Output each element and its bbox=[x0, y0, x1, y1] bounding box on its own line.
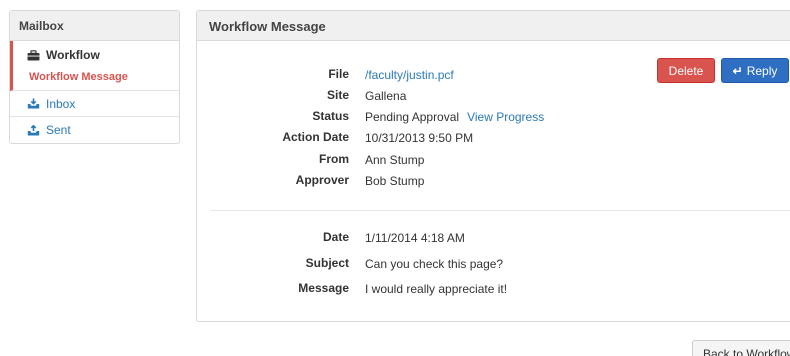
action-date-label: Action Date bbox=[282, 130, 349, 144]
status-value: Pending Approval View Progress bbox=[365, 110, 544, 124]
file-label: File bbox=[328, 67, 349, 81]
reply-icon: ↵ bbox=[732, 63, 743, 78]
site-value: Gallena bbox=[365, 89, 407, 103]
sidebar-title: Mailbox bbox=[10, 11, 179, 41]
status-label: Status bbox=[312, 109, 349, 123]
inbox-icon bbox=[27, 98, 40, 109]
sidebar-item-inbox[interactable]: Inbox bbox=[10, 91, 179, 117]
sidebar-item-label: Sent bbox=[46, 123, 71, 137]
sidebar-item-workflow[interactable]: Workflow Workflow Message bbox=[10, 41, 179, 91]
from-label: From bbox=[319, 152, 349, 166]
panel-title: Workflow Message bbox=[197, 11, 790, 41]
delete-button[interactable]: Delete bbox=[657, 58, 715, 83]
reply-button[interactable]: ↵ Reply bbox=[721, 58, 789, 83]
sidebar-item-label: Workflow bbox=[46, 48, 100, 62]
back-to-workflow-button[interactable]: Back to Workflow bbox=[692, 340, 790, 356]
from-value: Ann Stump bbox=[365, 153, 425, 167]
section-divider bbox=[211, 210, 790, 211]
message-label: Message bbox=[298, 281, 349, 295]
sidebar-subitem-workflow-message[interactable]: Workflow Message bbox=[29, 71, 179, 83]
subject-value: Can you check this page? bbox=[365, 257, 504, 271]
approver-label: Approver bbox=[295, 173, 349, 187]
workflow-message-panel: Workflow Message Delete ↵ Reply File /fa… bbox=[196, 10, 790, 322]
date-label: Date bbox=[322, 230, 349, 244]
approver-value: Bob Stump bbox=[365, 174, 425, 188]
reply-label: Reply bbox=[746, 63, 778, 78]
sidebar-item-label: Inbox bbox=[46, 96, 76, 111]
message-value: I would really appreciate it! bbox=[365, 282, 508, 296]
mailbox-sidebar: Mailbox Workflow Workflow Message Inbox … bbox=[9, 10, 180, 144]
subject-label: Subject bbox=[305, 256, 349, 270]
site-label: Site bbox=[326, 88, 349, 102]
date-value: 1/11/2014 4:18 AM bbox=[365, 231, 465, 245]
view-progress-link[interactable]: View Progress bbox=[467, 110, 544, 124]
briefcase-icon bbox=[27, 49, 40, 60]
sidebar-item-sent[interactable]: Sent bbox=[10, 117, 179, 143]
file-link[interactable]: /faculty/justin.pcf bbox=[365, 68, 454, 82]
action-date-value: 10/31/2013 9:50 PM bbox=[365, 131, 474, 145]
status-text: Pending Approval bbox=[365, 110, 460, 124]
sent-icon bbox=[27, 124, 40, 135]
